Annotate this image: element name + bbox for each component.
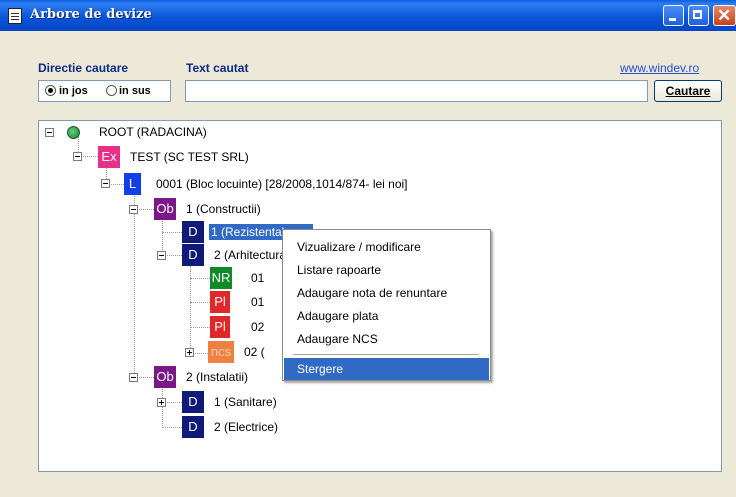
search-input[interactable]: [185, 80, 648, 102]
close-button[interactable]: ✕: [713, 5, 736, 26]
object1-badge: Ob: [154, 198, 176, 220]
tree-node-estimate[interactable]: 0001 (Bloc locuinte) [28/2008,1014/874- …: [156, 176, 408, 192]
menu-item-add-waiver[interactable]: Adaugare nota de renuntare: [284, 282, 489, 304]
document-icon: [8, 8, 22, 24]
d2-collapse-toggle[interactable]: [157, 251, 166, 260]
search-text-label: Text cautat: [186, 61, 249, 75]
menu-item-delete[interactable]: Stergere: [284, 358, 489, 380]
tree-node-d4[interactable]: 2 (Electrice): [214, 419, 278, 435]
estimate-collapse-toggle[interactable]: [101, 179, 110, 188]
tree-node-pl2[interactable]: 02: [251, 319, 264, 335]
globe-icon: [67, 126, 80, 139]
menu-separator: [293, 354, 479, 355]
company-collapse-toggle[interactable]: [73, 152, 82, 161]
d2-badge: D: [182, 244, 204, 266]
pl2-badge: Pl: [210, 316, 230, 338]
tree-node-root[interactable]: ROOT (RADACINA): [99, 124, 207, 140]
close-icon: ✕: [717, 6, 732, 25]
tree-node-object1[interactable]: 1 (Constructii): [186, 201, 261, 217]
d4-badge: D: [182, 416, 204, 438]
menu-item-add-payment[interactable]: Adaugare plata: [284, 305, 489, 327]
tree-node-object2[interactable]: 2 (Instalatii): [186, 369, 248, 385]
pl1-badge: Pl: [210, 291, 230, 313]
direction-radio-group: in jos in sus: [38, 80, 171, 102]
title-bar[interactable]: Arbore de devize ✕: [0, 0, 736, 31]
tree-node-pl1[interactable]: 01: [251, 294, 264, 310]
window: Arbore de devize ✕ Directie cautare Text…: [0, 0, 736, 497]
root-collapse-toggle[interactable]: [45, 128, 54, 137]
d1-badge: D: [182, 221, 204, 243]
tree-node-company[interactable]: TEST (SC TEST SRL): [130, 149, 249, 165]
tree-node-nr[interactable]: 01: [251, 270, 264, 286]
tree-node-ncs[interactable]: 02 (: [244, 344, 265, 360]
context-menu: Vizualizare / modificare Listare rapoart…: [282, 229, 491, 381]
maximize-button[interactable]: [688, 5, 709, 26]
radio-up-label[interactable]: in sus: [119, 85, 151, 97]
ncs-badge: ncs: [208, 341, 234, 363]
d3-expand-toggle[interactable]: [157, 398, 166, 407]
ncs-expand-toggle[interactable]: [185, 348, 194, 357]
company-badge: Ex: [98, 146, 120, 168]
website-link[interactable]: www.windev.ro: [620, 61, 699, 75]
object2-badge: Ob: [154, 366, 176, 388]
object1-collapse-toggle[interactable]: [129, 205, 138, 214]
tree-node-d2[interactable]: 2 (Arhitectura): [214, 247, 283, 263]
object2-collapse-toggle[interactable]: [129, 373, 138, 382]
radio-up[interactable]: [106, 85, 117, 96]
menu-item-reports[interactable]: Listare rapoarte: [284, 259, 489, 281]
menu-item-view-edit[interactable]: Vizualizare / modificare: [284, 236, 489, 258]
direction-label: Directie cautare: [38, 61, 129, 75]
minimize-button[interactable]: [663, 5, 684, 26]
radio-down[interactable]: [45, 85, 56, 96]
d3-badge: D: [182, 391, 204, 413]
radio-down-label[interactable]: in jos: [59, 85, 88, 97]
window-title: Arbore de devize: [30, 7, 152, 22]
nr-badge: NR: [210, 267, 232, 289]
menu-item-add-ncs[interactable]: Adaugare NCS: [284, 328, 489, 350]
tree-node-d3[interactable]: 1 (Sanitare): [214, 394, 277, 410]
estimate-badge: L: [124, 173, 141, 195]
search-button[interactable]: Cautare: [654, 80, 722, 102]
